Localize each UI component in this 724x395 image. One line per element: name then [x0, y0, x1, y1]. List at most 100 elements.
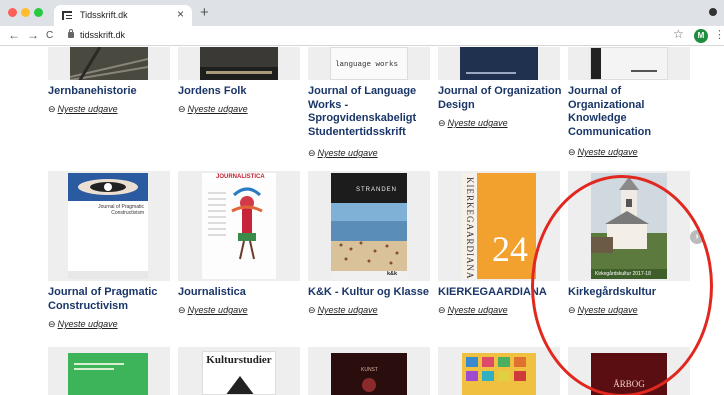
- latest-issue-label: Nyeste udgave: [447, 305, 508, 315]
- latest-issue-label: Nyeste udgave: [577, 305, 638, 315]
- cover-kunst[interactable]: KUNST: [308, 347, 430, 395]
- cover-text: ÅRBOG: [613, 379, 645, 389]
- bookmark-star-icon[interactable]: ☆: [673, 28, 684, 40]
- latest-issue-link[interactable]: ⊖ Nyeste udgave: [308, 148, 378, 159]
- cover-text: STRANDEN: [356, 187, 398, 193]
- cover-organization-design[interactable]: [438, 47, 560, 80]
- latest-issue-label: Nyeste udgave: [447, 118, 508, 128]
- cover-image: [460, 47, 538, 80]
- cover-text: KIERKEGAARDIANA: [465, 177, 475, 279]
- cover-image: [70, 47, 148, 80]
- latest-issue-link[interactable]: ⊖ Nyeste udgave: [48, 104, 118, 115]
- cover-logo: k&k: [387, 271, 398, 277]
- window-dot-icon: [709, 8, 717, 16]
- profile-avatar[interactable]: M: [694, 29, 708, 43]
- cover-jernbanehistorie[interactable]: [48, 47, 170, 80]
- latest-issue-label: Nyeste udgave: [317, 148, 378, 158]
- navigation-bar: ← → C tidsskrift.dk ☆ M ⋮: [0, 26, 724, 46]
- latest-issue-link[interactable]: ⊖ Nyeste udgave: [178, 305, 248, 316]
- cover-image: KUNST: [331, 353, 407, 395]
- cover-image: KIERKEGAARDIANA 24: [462, 173, 536, 279]
- browser-menu-icon[interactable]: ⋮: [714, 29, 724, 41]
- tab-strip: Tidsskrift.dk × +: [0, 0, 724, 26]
- link-icon: ⊖: [308, 148, 316, 158]
- link-icon: ⊖: [568, 147, 576, 157]
- cover-image: [68, 353, 148, 395]
- cover-number: 24: [492, 229, 528, 269]
- journal-title-jordens-folk[interactable]: Jordens Folk: [178, 85, 303, 99]
- cover-text: Journal of Pragmatic Constructivism: [98, 204, 144, 216]
- address-bar[interactable]: tidsskrift.dk: [80, 30, 125, 40]
- cover-text: language works: [335, 61, 399, 69]
- cover-pragmatic-constructivism[interactable]: Journal of Pragmatic Constructivism: [48, 171, 170, 281]
- cover-image: [200, 47, 278, 80]
- latest-issue-label: Nyeste udgave: [577, 147, 638, 157]
- minimize-window-button[interactable]: [21, 8, 30, 17]
- cover-caption: Kirkegårdskultur 2017-18: [595, 271, 651, 277]
- cover-image: Journal of Pragmatic Constructivism: [68, 173, 148, 279]
- cover-kierkegaardiana[interactable]: KIERKEGAARDIANA 24: [438, 171, 560, 281]
- cover-image: JOURNALISTICA: [202, 173, 276, 279]
- tab-title: Tidsskrift.dk: [80, 10, 128, 20]
- link-icon: ⊖: [308, 305, 316, 315]
- link-icon: ⊖: [438, 305, 446, 315]
- cover-organizational-knowledge[interactable]: [568, 47, 690, 80]
- journal-grid: language works Jernbanehistorie ⊖ Nyeste …: [0, 47, 724, 395]
- cover-image: ÅRBOG: [591, 353, 667, 395]
- favicon-icon: [62, 11, 72, 20]
- cover-row3-1[interactable]: [48, 347, 170, 395]
- journal-title-organization-design[interactable]: Journal of Organization Design: [438, 85, 563, 112]
- journal-title-language-works[interactable]: Journal of Language Works - Sprogvidensk…: [308, 85, 430, 139]
- cover-image: Kulturstudier: [202, 351, 276, 395]
- link-icon: ⊖: [568, 305, 576, 315]
- journal-title-journalistica[interactable]: Journalistica: [178, 286, 303, 300]
- journal-title-pragmatic-constructivism[interactable]: Journal of Pragmatic Constructivism: [48, 286, 173, 313]
- cover-journalistica[interactable]: JOURNALISTICA: [178, 171, 300, 281]
- maximize-window-button[interactable]: [34, 8, 43, 17]
- browser-tab[interactable]: Tidsskrift.dk ×: [54, 5, 192, 26]
- latest-issue-label: Nyeste udgave: [317, 305, 378, 315]
- journal-title-kierkegaardiana[interactable]: KIERKEGAARDIANA: [438, 286, 563, 300]
- latest-issue-link[interactable]: ⊖ Nyeste udgave: [438, 305, 508, 316]
- forward-button[interactable]: →: [27, 29, 39, 41]
- new-tab-button[interactable]: +: [200, 5, 209, 20]
- latest-issue-link[interactable]: ⊖ Nyeste udgave: [568, 305, 638, 316]
- cover-kirkegardskultur[interactable]: Kirkegårdskultur 2017-18: [568, 171, 690, 281]
- back-button[interactable]: ←: [8, 29, 20, 41]
- link-icon: ⊖: [178, 104, 186, 114]
- link-icon: ⊖: [438, 118, 446, 128]
- latest-issue-label: Nyeste udgave: [187, 305, 248, 315]
- latest-issue-link[interactable]: ⊖ Nyeste udgave: [178, 104, 248, 115]
- cover-image: STRANDEN k&k: [331, 173, 407, 279]
- latest-issue-link[interactable]: ⊖ Nyeste udgave: [308, 305, 378, 316]
- link-icon: ⊖: [48, 319, 56, 329]
- latest-issue-link[interactable]: ⊖ Nyeste udgave: [48, 319, 118, 330]
- latest-issue-link[interactable]: ⊖ Nyeste udgave: [438, 118, 508, 129]
- close-window-button[interactable]: [8, 8, 17, 17]
- cover-image: Kirkegårdskultur 2017-18: [591, 173, 667, 279]
- cover-kultur-og-klasse[interactable]: STRANDEN k&k: [308, 171, 430, 281]
- cover-arbog[interactable]: ÅRBOG: [568, 347, 690, 395]
- journal-title-kultur-og-klasse[interactable]: K&K - Kultur og Klasse: [308, 286, 436, 300]
- link-icon: ⊖: [48, 104, 56, 114]
- journal-title-organizational-knowledge[interactable]: Journal of Organizational Knowledge Comm…: [568, 85, 680, 139]
- link-icon: ⊖: [178, 305, 186, 315]
- lock-icon: [68, 29, 74, 38]
- journal-title-jernbanehistorie[interactable]: Jernbanehistorie: [48, 85, 173, 99]
- latest-issue-label: Nyeste udgave: [57, 319, 118, 329]
- journal-title-kirkegardskultur[interactable]: Kirkegårdskultur: [568, 286, 693, 300]
- cover-row3-4[interactable]: [438, 347, 560, 395]
- close-tab-icon[interactable]: ×: [177, 8, 184, 20]
- cover-language-works[interactable]: language works: [308, 47, 430, 80]
- latest-issue-label: Nyeste udgave: [187, 104, 248, 114]
- cover-image: [462, 353, 536, 395]
- cover-jordens-folk[interactable]: [178, 47, 300, 80]
- latest-issue-label: Nyeste udgave: [57, 104, 118, 114]
- latest-issue-link[interactable]: ⊖ Nyeste udgave: [568, 147, 638, 158]
- cover-image: language works: [330, 47, 408, 80]
- cover-text: JOURNALISTICA: [216, 174, 265, 180]
- carousel-next-icon[interactable]: ›: [690, 230, 704, 244]
- reload-button[interactable]: C: [46, 30, 53, 42]
- cover-image: [590, 47, 668, 80]
- cover-kulturstudier[interactable]: Kulturstudier: [178, 347, 300, 395]
